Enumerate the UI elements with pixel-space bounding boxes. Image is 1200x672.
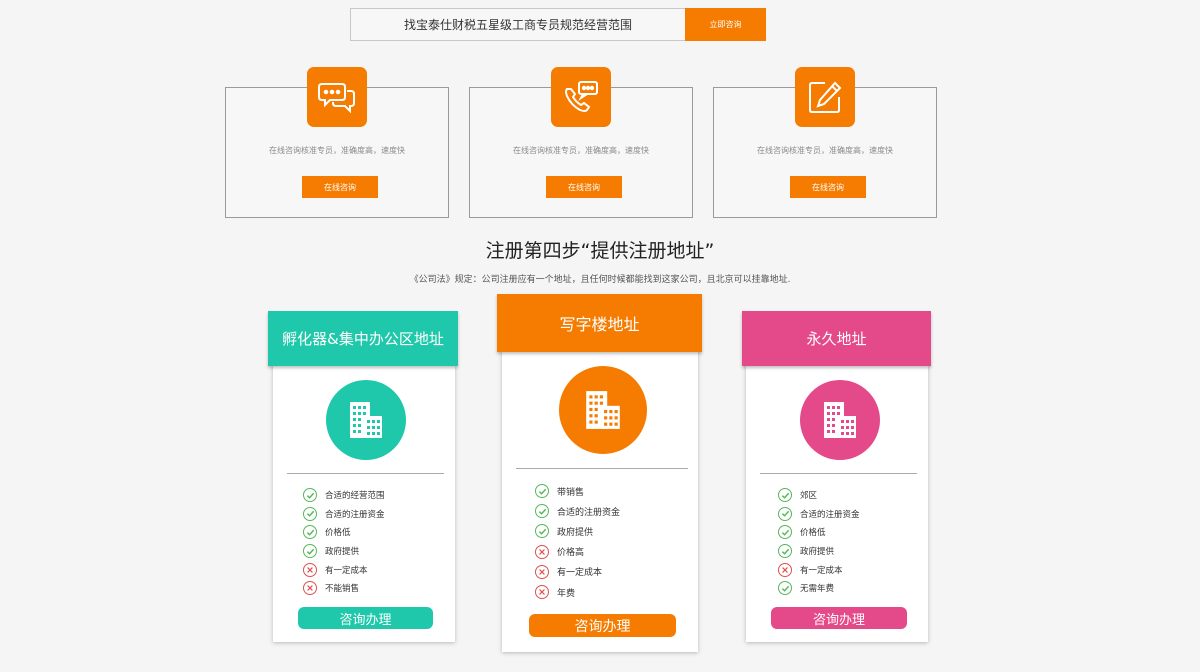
check-icon — [778, 488, 792, 503]
feature-text: 带销售 — [557, 487, 585, 498]
feature-item: 合适的注册资金 — [535, 501, 620, 521]
feature-item: 有一定成本 — [535, 562, 620, 582]
feature-item: 合适的经营范围 — [303, 486, 385, 505]
feature-item: 有一定成本 — [778, 560, 860, 579]
feature-text: 合适的注册资金 — [800, 509, 860, 520]
check-icon — [535, 524, 549, 539]
feature-text: 无需年费 — [800, 584, 835, 595]
building-icon — [800, 380, 880, 460]
feature-item: 价格高 — [535, 542, 620, 562]
online-consult-button[interactable]: 在线咨询 — [302, 176, 378, 198]
feature-text: 政府提供 — [325, 547, 360, 558]
feature-item: 价格低 — [303, 523, 385, 542]
feature-item: 不能销售 — [303, 579, 385, 598]
feature-list: 带销售合适的注册资金 政府提供价格高有一定成本年费 — [535, 481, 620, 602]
check-icon — [303, 525, 317, 540]
check-icon — [778, 506, 792, 521]
feature-text: 价格低 — [325, 528, 351, 539]
check-icon — [303, 488, 317, 503]
consult-handle-button[interactable]: 咨询办理 — [771, 607, 907, 629]
feature-item: 合适的注册资金 — [303, 505, 385, 524]
feature-item: 年费 — [535, 582, 620, 602]
check-icon — [778, 581, 792, 596]
consult-handle-button[interactable]: 咨询办理 — [298, 607, 433, 629]
service-desc: 在线咨询核准专员，准确度高，速度快 — [757, 146, 893, 155]
feature-text: 合适的经营范围 — [325, 491, 385, 502]
cross-icon — [303, 562, 317, 577]
divider — [287, 473, 444, 474]
feature-item: 价格低 — [778, 523, 860, 542]
feature-item: 合适的注册资金 — [778, 505, 860, 524]
divider — [760, 473, 917, 474]
step-title: 注册第四步“提供注册地址” — [485, 240, 715, 262]
check-icon — [303, 506, 317, 521]
search-box[interactable]: 找宝泰仕财税五星级工商专员规范经营范围 — [350, 8, 686, 41]
consult-now-button[interactable]: 立即咨询 — [685, 8, 766, 41]
cross-icon — [778, 562, 792, 577]
feature-text: 年费 — [557, 588, 576, 599]
feature-text: 有一定成本 — [557, 568, 603, 579]
edit-pencil-icon — [795, 67, 855, 127]
cross-icon — [535, 544, 549, 559]
feature-list: 郊区合适的注册资金 价格低政府提供有一定成本无需年费 — [778, 486, 860, 598]
cross-icon — [535, 585, 549, 600]
feature-item: 政府提供 — [303, 542, 385, 561]
cross-icon — [535, 564, 549, 579]
feature-item: 有一定成本 — [303, 560, 385, 579]
check-icon — [778, 525, 792, 540]
service-desc: 在线咨询核准专员，准确度高，速度快 — [513, 146, 649, 155]
check-icon — [303, 544, 317, 559]
plan-title: 永久地址 — [742, 311, 931, 366]
feature-text: 郊区 — [800, 491, 818, 502]
chat-bubbles-icon — [307, 67, 367, 127]
check-icon — [778, 544, 792, 559]
step-subtitle: 《公司法》规定：公司注册应有一个地址，且任何时候都能找到这家公司，且北京可以挂靠… — [409, 275, 791, 285]
feature-text: 合适的注册资金 — [557, 507, 621, 518]
feature-text: 政府提供 — [557, 527, 594, 538]
cross-icon — [303, 581, 317, 596]
feature-item: 带销售 — [535, 481, 620, 501]
search-text: 找宝泰仕财税五星级工商专员规范经营范围 — [403, 18, 632, 32]
check-icon — [535, 504, 549, 519]
feature-text: 合适的注册资金 — [325, 509, 385, 520]
service-desc: 在线咨询核准专员，准确度高，速度快 — [269, 146, 405, 155]
building-icon — [326, 380, 406, 460]
consult-handle-button[interactable]: 咨询办理 — [529, 614, 676, 637]
online-consult-button[interactable]: 在线咨询 — [790, 176, 866, 198]
feature-item: 无需年费 — [778, 579, 860, 598]
phone-message-icon — [551, 67, 611, 127]
feature-text: 价格低 — [800, 528, 826, 539]
online-consult-button[interactable]: 在线咨询 — [546, 176, 622, 198]
feature-item: 政府提供 — [535, 521, 620, 541]
feature-list: 合适的经营范围 合适的注册资金 价格低政府提供有一定成本不能销售 — [303, 486, 385, 598]
plan-title: 写字楼地址 — [497, 294, 702, 352]
feature-item: 郊区 — [778, 486, 860, 505]
feature-text: 政府提供 — [800, 547, 835, 558]
check-icon — [535, 484, 549, 499]
building-icon — [559, 366, 647, 454]
feature-text: 有一定成本 — [800, 565, 843, 576]
feature-item: 政府提供 — [778, 542, 860, 561]
plan-title: 孵化器&集中办公区地址 — [268, 311, 458, 366]
feature-text: 价格高 — [557, 548, 585, 559]
feature-text: 有一定成本 — [325, 565, 368, 576]
divider — [516, 468, 688, 469]
feature-text: 不能销售 — [325, 584, 360, 595]
